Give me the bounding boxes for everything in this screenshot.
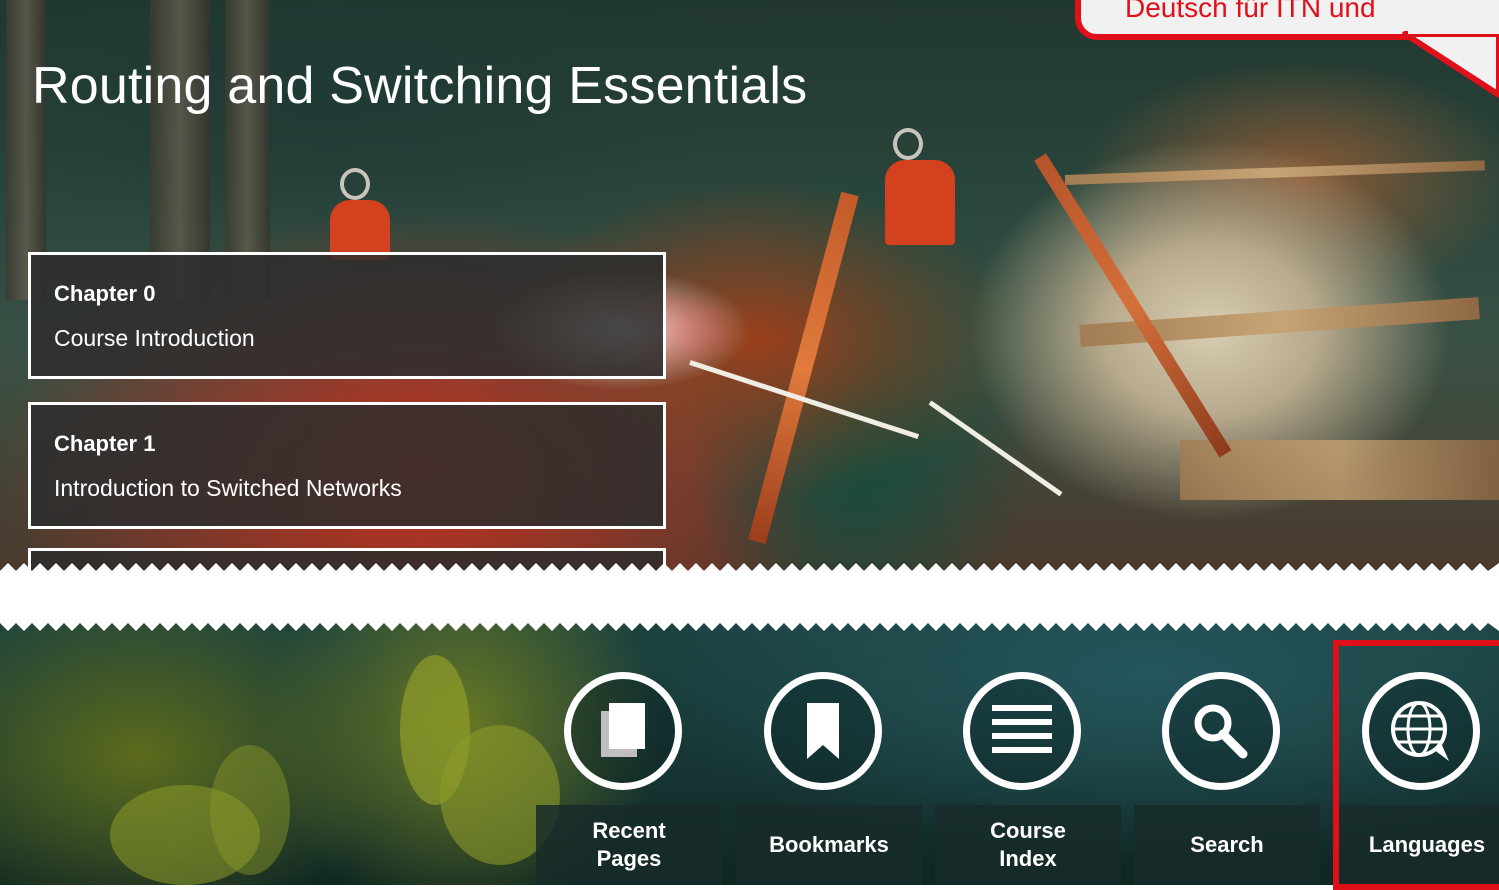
- page-title: Routing and Switching Essentials: [32, 57, 808, 115]
- buoy-ring: [893, 128, 923, 160]
- pages-icon: [564, 672, 682, 790]
- nav-course-index[interactable]: Course Index: [935, 615, 1121, 885]
- nav-search[interactable]: Search: [1134, 615, 1320, 885]
- nav-label: Bookmarks: [769, 832, 889, 857]
- chapter-title: Introduction to Switched Networks: [54, 475, 402, 501]
- nav-label: Recent Pages: [592, 818, 666, 871]
- bottom-nav-panel: Recent Pages Bookmarks Course Index Sear…: [0, 615, 1499, 885]
- chapter-number: Chapter 0: [54, 281, 156, 306]
- buoy: [885, 160, 955, 245]
- nav-label: Search: [1190, 832, 1264, 857]
- chapter-title: Course Introduction: [54, 325, 255, 351]
- callout-text: Deutsch für ITN und: [1125, 0, 1376, 23]
- boat-hull: [748, 191, 859, 545]
- hero-banner: Routing and Switching Essentials Chapter…: [0, 0, 1499, 575]
- buoy: [330, 200, 390, 260]
- buoy-ring: [340, 168, 370, 200]
- boat-plank: [1064, 160, 1485, 185]
- chapter-card-0[interactable]: Chapter 0 Course Introduction: [28, 252, 666, 379]
- chapter-card-1[interactable]: Chapter 1 Introduction to Switched Netwo…: [28, 402, 666, 529]
- nav-label: Course Index: [990, 818, 1066, 871]
- languages-highlight-frame: [1333, 640, 1499, 890]
- list-icon: [963, 672, 1081, 790]
- bookmark-icon: [764, 672, 882, 790]
- rope: [928, 400, 1063, 497]
- torn-edge: [0, 563, 1499, 575]
- seaweed: [210, 745, 290, 875]
- nav-recent-pages[interactable]: Recent Pages: [536, 615, 722, 885]
- search-icon: [1162, 672, 1280, 790]
- nav-bookmarks[interactable]: Bookmarks: [736, 615, 922, 885]
- chapter-number: Chapter 1: [54, 431, 156, 456]
- boat-hull: [1034, 153, 1232, 458]
